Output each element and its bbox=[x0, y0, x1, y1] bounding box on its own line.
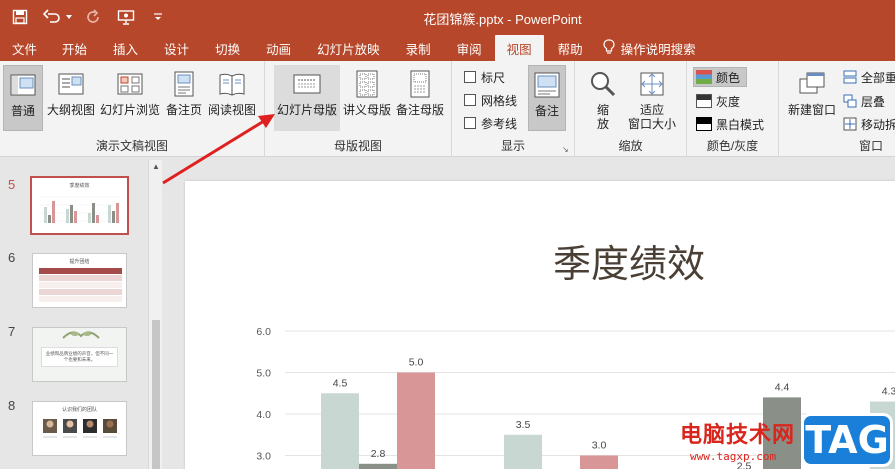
annotation-arrow bbox=[162, 114, 275, 185]
watermark-text: 电脑技术网 bbox=[680, 423, 796, 448]
watermark-url: www.tagxp.com bbox=[690, 450, 777, 463]
watermark-tag-logo: TAG bbox=[801, 413, 893, 467]
